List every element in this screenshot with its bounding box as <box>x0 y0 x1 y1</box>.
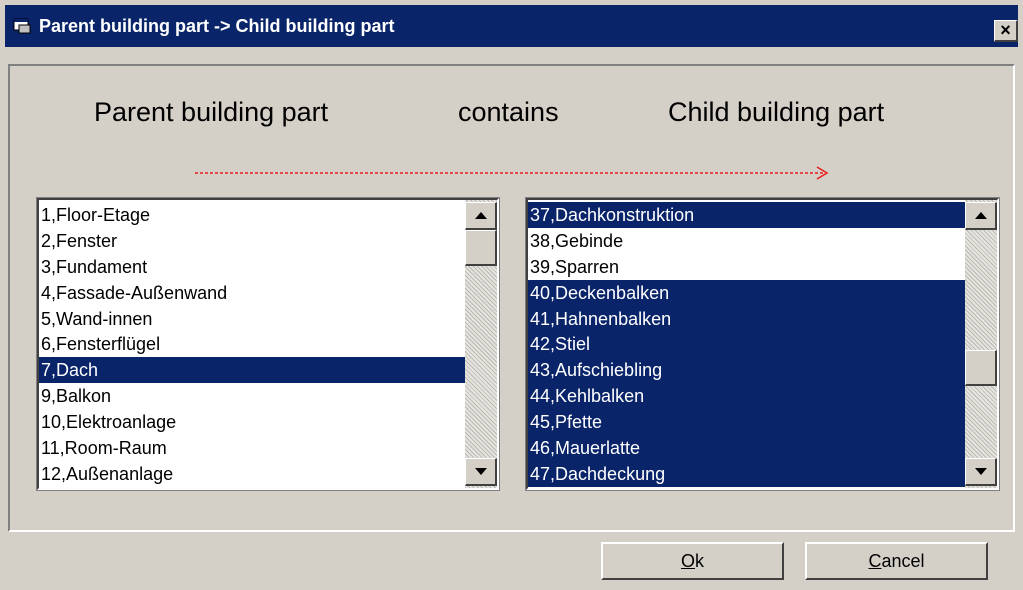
parent-list-item[interactable]: 11,Room-Raum <box>39 435 467 461</box>
title-bar[interactable]: Parent building part -> Child building p… <box>5 5 1018 47</box>
child-list-item[interactable]: 45,Pfette <box>528 409 966 436</box>
ok-mnemonic: O <box>680 551 695 571</box>
parent-list-item[interactable]: 5,Wand-innen <box>39 306 467 332</box>
child-part-listbox[interactable]: 37,Dachkonstruktion 38,Gebinde 39,Sparren 4… <box>525 197 1000 491</box>
child-list-item[interactable]: 44,Kehlbalken <box>528 383 966 410</box>
parent-list-item[interactable]: 3,Fundament <box>39 254 467 280</box>
close-button[interactable]: × <box>994 20 1018 42</box>
app-window-icon <box>13 18 31 34</box>
cancel-mnemonic: C <box>868 551 882 571</box>
child-list-item[interactable]: 37,Dachkonstruktion <box>528 202 966 228</box>
parent-list-item[interactable]: 10,Elektroanlage <box>39 409 467 435</box>
direction-arrow-icon <box>195 166 829 180</box>
parent-part-heading: Parent building part <box>94 97 329 127</box>
child-list-item[interactable]: 47,Dachdeckung <box>528 460 966 487</box>
ok-label: k <box>695 551 704 571</box>
child-list-item[interactable]: 43,Aufschiebling <box>528 357 966 384</box>
child-part-heading: Child building part <box>668 97 885 127</box>
window-title: Parent building part -> Child building p… <box>39 16 395 36</box>
parent-list-item[interactable]: 2,Fenster <box>39 228 467 254</box>
parent-list-item[interactable]: 7,Dach <box>39 357 467 384</box>
arrow-down-icon <box>475 468 487 475</box>
child-list-item[interactable]: 40,Deckenbalken <box>528 279 966 306</box>
child-scroll-thumb[interactable] <box>965 350 997 386</box>
parent-scroll-down-button[interactable] <box>465 458 497 486</box>
parent-part-items: 1,Floor-Etage 2,Fenster 3,Fundament 4,Fassa… <box>39 202 467 488</box>
parent-list-item[interactable]: 4,Fassade-Außenwand <box>39 280 467 306</box>
cancel-button[interactable]: Cancel <box>805 542 988 580</box>
child-list-item[interactable]: 46,Mauerlatte <box>528 435 966 461</box>
close-icon: × <box>1000 20 1011 40</box>
parent-list-item[interactable]: 12,Außenanlage <box>39 461 467 487</box>
child-list-item[interactable]: 41,Hahnenbalken <box>528 305 966 332</box>
child-list-item[interactable]: 42,Stiel <box>528 331 966 358</box>
child-list-item[interactable]: 39,Sparren <box>528 254 966 280</box>
child-scroll-down-button[interactable] <box>965 458 997 486</box>
parent-list-item[interactable]: 6,Fensterflügel <box>39 331 467 357</box>
cancel-label: ancel <box>881 551 925 571</box>
arrow-up-icon <box>975 212 987 219</box>
parent-list-scrollbar[interactable] <box>465 200 497 488</box>
parent-scroll-up-button[interactable] <box>465 202 497 230</box>
arrow-up-icon <box>475 212 487 219</box>
child-list-item[interactable]: 38,Gebinde <box>528 228 966 254</box>
parent-part-listbox[interactable]: 1,Floor-Etage 2,Fenster 3,Fundament 4,Fassa… <box>36 197 500 491</box>
child-part-items: 37,Dachkonstruktion 38,Gebinde 39,Sparren 4… <box>528 202 966 488</box>
child-scroll-up-button[interactable] <box>965 202 997 230</box>
dialog-window: Parent building part -> Child building p… <box>0 0 1023 590</box>
parent-scroll-thumb[interactable] <box>465 230 497 266</box>
child-list-scrollbar[interactable] <box>965 200 997 488</box>
parent-list-item[interactable]: 9,Balkon <box>39 383 467 409</box>
arrow-down-icon <box>975 468 987 475</box>
parent-list-item[interactable]: 1,Floor-Etage <box>39 202 467 228</box>
contains-heading: contains <box>458 97 559 127</box>
ok-button[interactable]: Ok <box>601 542 784 580</box>
